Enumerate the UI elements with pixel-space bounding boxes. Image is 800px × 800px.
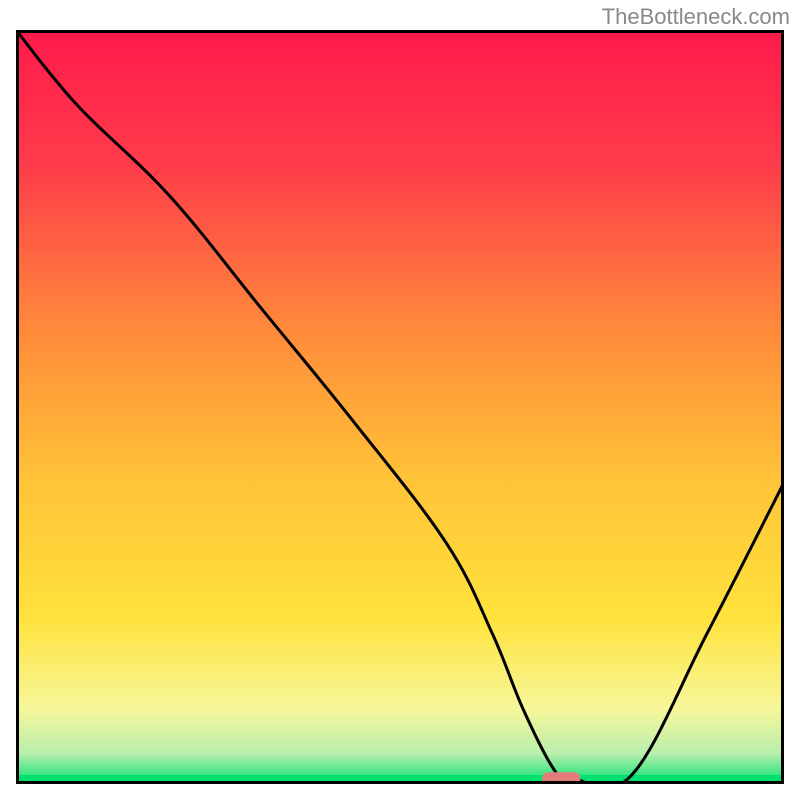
bottleneck-chart: [16, 30, 784, 784]
watermark-text: TheBottleneck.com: [602, 4, 790, 30]
chart-svg: [16, 30, 784, 784]
